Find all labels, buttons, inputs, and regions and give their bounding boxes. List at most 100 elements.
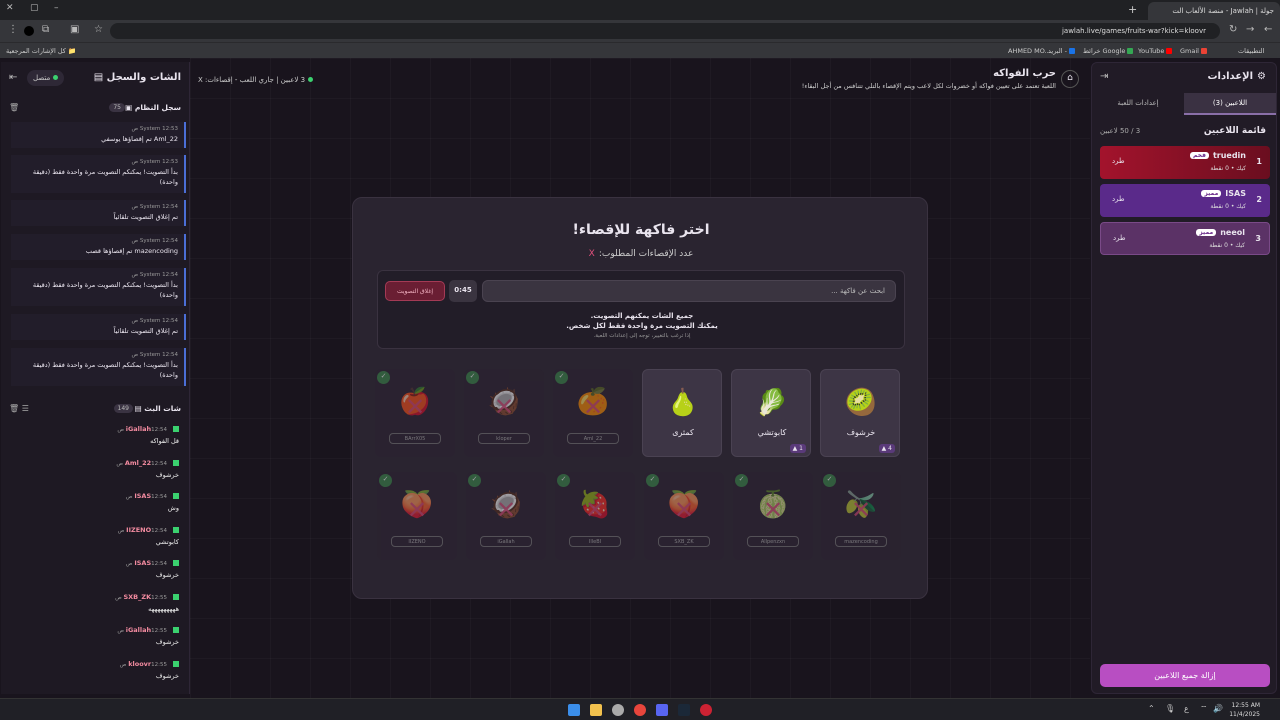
player-tag: IIZENO [391, 536, 443, 547]
collapse-panel-icon[interactable]: ⇥ [1100, 71, 1108, 82]
discord-icon[interactable] [656, 704, 668, 716]
chat-user[interactable]: ISAS [134, 559, 151, 567]
vote-info-2: يمكنك التصويت مرة واحدة فقط لكل شخص. [566, 322, 718, 330]
settings-icon[interactable] [612, 704, 624, 716]
address-bar-row: ⋮ ⧉ ▣ ☆ jawlah.live/games/fruits-war?kic… [0, 20, 1280, 42]
close-window-icon[interactable]: ✕ [6, 3, 14, 13]
tab-players[interactable]: اللاعبين (3) [1184, 93, 1276, 115]
url-field[interactable]: jawlah.live/games/fruits-war?kick=kloovr [110, 23, 1220, 39]
bookmark-mail[interactable]: البريد - [1048, 47, 1075, 55]
restore-window-icon[interactable]: ▢ [30, 3, 39, 13]
bookmark-gmail[interactable]: Gmail [1180, 47, 1207, 55]
fruit-card[interactable]: 🍐 كمثرى [642, 369, 722, 457]
log-meta: System 12:54 ص [17, 270, 178, 280]
player-row-2: 2 ISASمميز كيك • 0 نقطة طرد [1100, 184, 1270, 217]
chat-user[interactable]: Aml_22 [125, 459, 151, 467]
log-entry: System 12:53 ص Aml_22 تم إقصاؤها يوسفي [11, 122, 186, 148]
mic-icon[interactable]: 🎙 [1165, 704, 1175, 713]
live-chat-label: شات البث [144, 404, 181, 413]
player-name-text: truedin [1212, 151, 1246, 160]
minimize-window-icon[interactable]: – [54, 3, 59, 13]
chat-user[interactable]: IIZENO [126, 526, 151, 534]
required-eliminations: عدد الإقصاءات المطلوب:X [353, 249, 929, 259]
player-tag: Allpenzxn [747, 536, 799, 547]
eliminated-fruit-card: ✓ 🍑 ✕ IIZENO [377, 472, 457, 560]
forward-icon[interactable]: → [1246, 24, 1254, 35]
log-entry: System 12:54 ص تم إغلاق التصويت تلقائياً [11, 314, 186, 340]
vote-count-text: 4 [888, 445, 892, 452]
eliminated-x-icon: ✕ [495, 496, 517, 524]
player-name: ISASمميز [1201, 189, 1246, 198]
bookmark-youtube[interactable]: YouTube [1138, 47, 1173, 55]
bookmark-ahmed[interactable]: AHMED MO... [1008, 47, 1051, 55]
all-bookmarks[interactable]: كل الإشارات المرجعية 📁 [6, 47, 76, 55]
chevron-up-icon[interactable]: ⌃ [1148, 704, 1155, 713]
player-tag: SXB_ZK [658, 536, 710, 547]
windows-start-icon[interactable] [568, 704, 580, 716]
eliminated-fruit-card: ✓ 🍈 ✕ Allpenzxn [733, 472, 813, 560]
tab-game-settings[interactable]: إعدادات اللعبة [1092, 93, 1184, 115]
fruit-card[interactable]: 🥝 خرشوف 4 ▲ [820, 369, 900, 457]
menu-icon[interactable]: ⋮ [8, 24, 18, 35]
eliminated-x-icon: ✕ [582, 393, 604, 421]
log-text: mazencoding تم إقصاؤها قصب [85, 247, 178, 255]
home-icon: ⌂ [1067, 73, 1073, 83]
collapse-chat-icon[interactable]: ⇤ [9, 72, 17, 83]
taskbar: ⌃ 🎙 ع ⌔ 🔊 12:55 AM 11/4/2025 [0, 698, 1280, 720]
fruit-card[interactable]: 🥬 كابوتشي 1 ▲ [731, 369, 811, 457]
app-icon[interactable] [700, 704, 712, 716]
player-name-text: ISAS [1225, 189, 1246, 198]
chat-message: iGallah12:55 ص خرشوف [9, 626, 179, 646]
search-input[interactable]: ابحث عن فاكهة ... [482, 280, 896, 302]
chat-user[interactable]: SXB_ZK [123, 593, 151, 601]
profile-avatar[interactable] [24, 26, 34, 36]
clock-date: 11/4/2025 [1229, 711, 1260, 718]
settings-panel: ⚙الإعدادات ⇥ اللاعبين (3) إعدادات اللعبة… [1091, 62, 1277, 694]
home-button[interactable]: ⌂ [1061, 70, 1079, 88]
kick-button[interactable]: طرد [1112, 157, 1125, 165]
kick-button[interactable]: طرد [1112, 195, 1125, 203]
reload-icon[interactable]: ↻ [1229, 24, 1237, 35]
log-text: بدأ التصويت! يمكنكم التصويت مرة واحدة فق… [32, 361, 178, 379]
chat-user[interactable]: iGallah [126, 626, 151, 634]
browser-tab[interactable]: جولة | Jawlah - منصة الألعاب الت [1148, 2, 1280, 20]
trash-icon[interactable]: 🗑 [9, 103, 19, 112]
close-vote-button[interactable]: إغلاق التصويت [385, 281, 445, 301]
clear-players-button[interactable]: إزالة جميع اللاعبين [1100, 664, 1270, 687]
vote-timer: 0:45 [449, 280, 477, 302]
fruit-name: كمثرى [672, 428, 694, 437]
kick-button[interactable]: طرد [1113, 234, 1126, 242]
clock[interactable]: 12:55 AM 11/4/2025 [1226, 701, 1260, 719]
star-icon[interactable]: ☆ [94, 24, 103, 35]
eliminated-fruit-card: ✓ 🥥 ✕ kloper [464, 369, 544, 457]
vote-count: 1 ▲ [789, 444, 806, 453]
file-explorer-icon[interactable] [590, 704, 602, 716]
clock-time: 12:55 AM [1231, 702, 1260, 709]
sidepanel-icon[interactable]: ▣ [70, 24, 79, 35]
back-icon[interactable]: ← [1264, 24, 1272, 35]
chat-meta: ISAS12:54 ص [9, 492, 179, 500]
vote-title: اختر فاكهة للإقصاء! [572, 222, 710, 238]
vote-box: ابحث عن فاكهة ... 0:45 إغلاق التصويت جمي… [377, 270, 905, 349]
bookmark-apps[interactable]: التطبيقات [1238, 47, 1264, 55]
sort-icon[interactable]: ☰ [22, 404, 29, 413]
trash-icon[interactable]: 🗑 [9, 404, 19, 413]
chat-user[interactable]: iGallah [126, 425, 151, 433]
chat-user[interactable]: ISAS [134, 492, 151, 500]
kick-icon [173, 426, 179, 432]
chrome-icon[interactable] [634, 704, 646, 716]
chat-message: ISAS12:54 ص وش [9, 492, 179, 512]
chat-user[interactable]: kloovr [128, 660, 151, 668]
system-log-title: سجل النظام ▣ [125, 103, 181, 112]
log-text: بدأ التصويت! يمكنكم التصويت مرة واحدة فق… [32, 281, 178, 299]
eliminated-fruit-card: ✓ 🍑 ✕ SXB_ZK [644, 472, 724, 560]
chat-message: kloovr12:55 ص خرشوف [9, 660, 179, 680]
extensions-icon[interactable]: ⧉ [42, 24, 49, 35]
volume-icon[interactable]: 🔊 [1213, 704, 1223, 713]
player-tag: kloper [478, 433, 530, 444]
new-tab-icon[interactable]: + [1128, 3, 1137, 16]
steam-icon[interactable] [678, 704, 690, 716]
wifi-icon[interactable]: ⌔ [1200, 704, 1208, 714]
language-icon[interactable]: ع [1184, 704, 1189, 713]
bookmark-maps[interactable]: خرائط Google [1083, 47, 1134, 55]
